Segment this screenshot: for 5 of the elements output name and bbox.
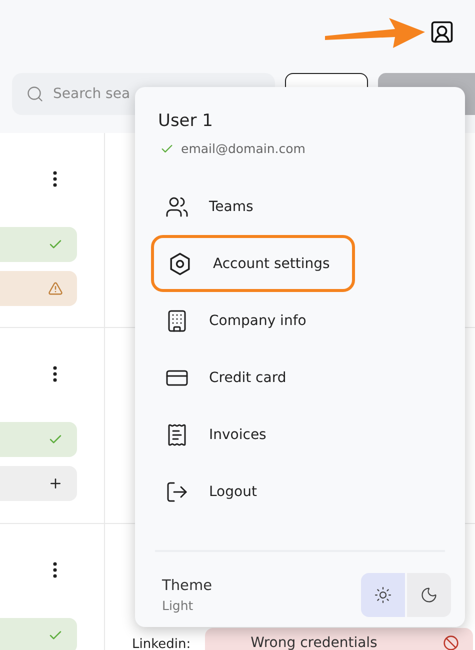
theme-label: Theme	[162, 578, 212, 594]
status-pill: Wrong credentials	[204, 628, 473, 650]
user-email: email@domain.com	[181, 141, 306, 156]
channel-label: Linkedin:	[132, 637, 191, 650]
theme-value: Light	[162, 598, 194, 612]
